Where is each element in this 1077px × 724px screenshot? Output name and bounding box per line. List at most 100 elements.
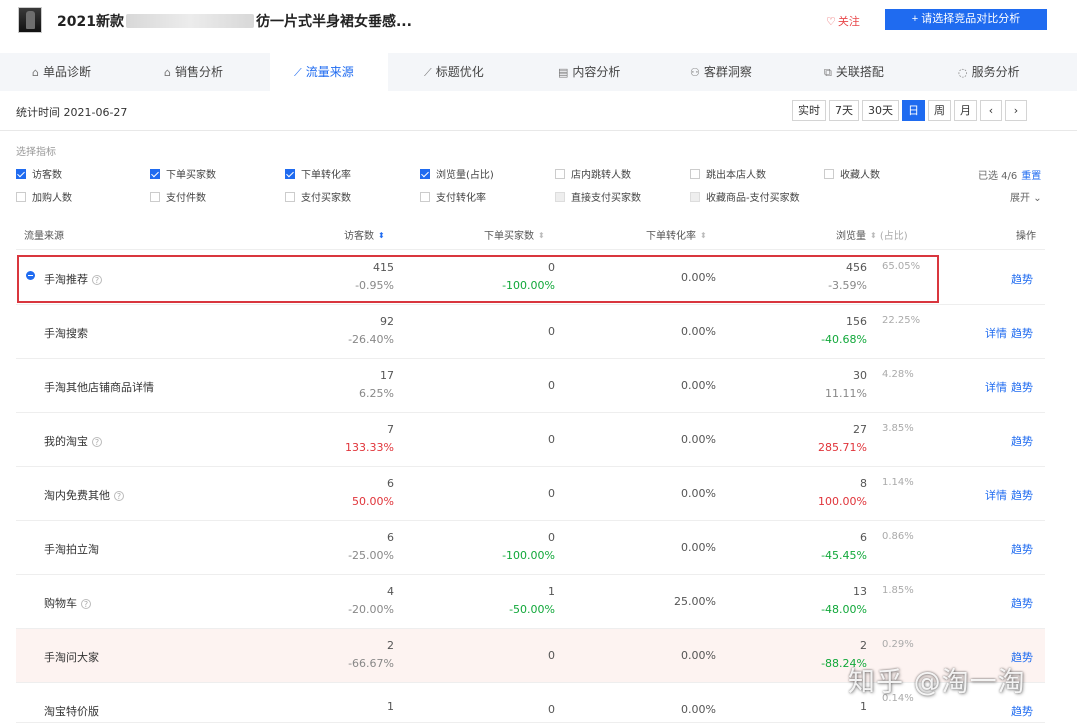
checkbox[interactable] — [16, 192, 26, 202]
source-name: 手淘其他店铺商品详情 — [44, 379, 154, 395]
pageviews-value: 6 — [860, 531, 867, 544]
tab-title-optimization[interactable]: ⟋ 标题优化 — [424, 53, 514, 91]
trend-link[interactable]: 趋势 — [1011, 273, 1033, 286]
checkbox[interactable] — [150, 169, 160, 179]
metric-checkbox-direct-pay[interactable]: 直接支付买家数 — [555, 189, 641, 204]
metric-checkbox-add-cart[interactable]: 加购人数 — [16, 189, 72, 204]
metric-selector-label: 选择指标 — [16, 147, 56, 158]
metric-label: 收藏商品-支付买家数 — [706, 193, 800, 204]
prev-date-button[interactable]: ‹ — [980, 100, 1002, 121]
header-conversion[interactable]: 下单转化率 ⬍ — [646, 227, 707, 242]
line-chart-icon: ⟋ — [294, 66, 302, 79]
trend-link[interactable]: 趋势 — [1011, 489, 1033, 502]
trend-link[interactable]: 趋势 — [1011, 381, 1033, 394]
header-visitors[interactable]: 访客数 ⬍ — [344, 227, 385, 242]
details-link[interactable]: 详情 — [985, 381, 1007, 394]
trend-link[interactable]: 趋势 — [1011, 327, 1033, 340]
metric-checkbox-pay-buyers[interactable]: 支付买家数 — [285, 189, 351, 204]
row-actions: 趋势 — [1011, 433, 1033, 449]
range-day-button[interactable]: 日 — [902, 100, 925, 121]
checkbox[interactable] — [16, 169, 26, 179]
metric-checkbox-pageviews[interactable]: 浏览量(占比) — [420, 166, 494, 181]
pageviews-change: 285.71% — [818, 441, 867, 454]
header-pageviews[interactable]: 浏览量 ⬍ (占比) — [836, 227, 908, 242]
tab-related-matching[interactable]: ⧉ 关联搭配 — [824, 53, 914, 91]
metric-checkbox-visitors[interactable]: 访客数 — [16, 166, 62, 181]
pageviews-value: 13 — [853, 585, 867, 598]
blurred-title-segment — [125, 14, 254, 28]
pageviews-share: 1.14% — [882, 477, 914, 488]
reset-link[interactable]: 重置 — [1021, 171, 1041, 182]
metric-label: 直接支付买家数 — [571, 193, 641, 204]
trend-link[interactable]: 趋势 — [1011, 435, 1033, 448]
range-7d-button[interactable]: 7天 — [829, 100, 859, 121]
checkbox[interactable] — [555, 192, 565, 202]
expand-row-icon[interactable] — [26, 271, 35, 280]
metric-checkbox-fav-pay[interactable]: 收藏商品-支付买家数 — [690, 189, 800, 204]
sort-icon[interactable]: ⬍ — [700, 232, 707, 240]
checkbox[interactable] — [824, 169, 834, 179]
metric-label: 下单转化率 — [301, 170, 351, 181]
trend-link[interactable]: 趋势 — [1011, 705, 1033, 718]
help-icon[interactable]: ? — [81, 599, 91, 609]
help-icon[interactable]: ? — [92, 437, 102, 447]
visitors-value: 1 — [387, 700, 394, 713]
checkbox[interactable] — [285, 169, 295, 179]
follow-button[interactable]: ♡ 关注 — [826, 13, 860, 29]
checkbox[interactable] — [150, 192, 160, 202]
metric-checkbox-store-jump[interactable]: 店内跳转人数 — [555, 166, 631, 181]
checkbox[interactable] — [420, 169, 430, 179]
help-icon[interactable]: ? — [114, 491, 124, 501]
pageviews-value: 27 — [853, 423, 867, 436]
checkbox[interactable] — [555, 169, 565, 179]
details-link[interactable]: 详情 — [985, 489, 1007, 502]
compare-competitor-button[interactable]: + 请选择竞品对比分析 — [885, 9, 1047, 30]
metric-checkbox-pay-conversion[interactable]: 支付转化率 — [420, 189, 486, 204]
range-buttons: 实时 7天 30天 日 周 月 ‹ › — [792, 100, 1027, 121]
source-name: 手淘问大家 — [44, 649, 99, 665]
source-label: 手淘推荐 — [44, 273, 88, 286]
metric-checkbox-order-conversion[interactable]: 下单转化率 — [285, 166, 351, 181]
tab-content-analysis[interactable]: ▤ 内容分析 — [558, 53, 648, 91]
metric-checkbox-order-buyers[interactable]: 下单买家数 — [150, 166, 216, 181]
tab-single-item-diagnosis[interactable]: ⌂ 单品诊断 — [28, 53, 118, 91]
conversion-value: 0.00% — [681, 379, 716, 392]
tab-sales-analysis[interactable]: ⌂ 销售分析 — [160, 53, 250, 91]
metric-checkbox-bounce[interactable]: 跳出本店人数 — [690, 166, 766, 181]
next-date-button[interactable]: › — [1005, 100, 1027, 121]
tab-traffic-source[interactable]: ⟋ 流量来源 — [270, 53, 388, 91]
metric-checkbox-pay-items[interactable]: 支付件数 — [150, 189, 206, 204]
help-icon[interactable]: ? — [92, 275, 102, 285]
pageviews-value: 1 — [860, 700, 867, 713]
tab-customer-insight[interactable]: ⚇ 客群洞察 — [690, 53, 780, 91]
conversion-value: 0.00% — [681, 433, 716, 446]
trend-link[interactable]: 趋势 — [1011, 597, 1033, 610]
expand-toggle[interactable]: 展开 ⌄ — [1010, 189, 1042, 204]
range-month-button[interactable]: 月 — [954, 100, 977, 121]
visitors-value: 17 — [380, 369, 394, 382]
pageviews-share: 0.29% — [882, 639, 914, 650]
product-header: 2021新款 彷一片式半身裙女垂感... ♡ 关注 + 请选择竞品对比分析 — [0, 0, 1077, 46]
checkbox[interactable] — [690, 192, 700, 202]
header-actions: 操作 — [1016, 231, 1036, 242]
sort-icon[interactable]: ⬍ — [538, 232, 545, 240]
range-week-button[interactable]: 周 — [928, 100, 951, 121]
product-thumbnail[interactable] — [18, 7, 42, 33]
row-actions: 详情 趋势 — [985, 487, 1033, 503]
sort-icon[interactable]: ⬍ — [378, 232, 385, 240]
conversion-value: 0.00% — [681, 703, 716, 716]
details-link[interactable]: 详情 — [985, 327, 1007, 340]
chevron-down-icon: ⌄ — [1033, 193, 1042, 204]
checkbox[interactable] — [285, 192, 295, 202]
source-name: 手淘搜索 — [44, 325, 88, 341]
buyers-change: -100.00% — [502, 549, 555, 562]
range-realtime-button[interactable]: 实时 — [792, 100, 826, 121]
trend-link[interactable]: 趋势 — [1011, 543, 1033, 556]
header-order-buyers[interactable]: 下单买家数 ⬍ — [484, 227, 545, 242]
checkbox[interactable] — [690, 169, 700, 179]
checkbox[interactable] — [420, 192, 430, 202]
metric-checkbox-favorites[interactable]: 收藏人数 — [824, 166, 880, 181]
sort-icon[interactable]: ⬍ — [870, 232, 877, 240]
range-30d-button[interactable]: 30天 — [862, 100, 899, 121]
tab-service-analysis[interactable]: ◌ 服务分析 — [958, 53, 1048, 91]
